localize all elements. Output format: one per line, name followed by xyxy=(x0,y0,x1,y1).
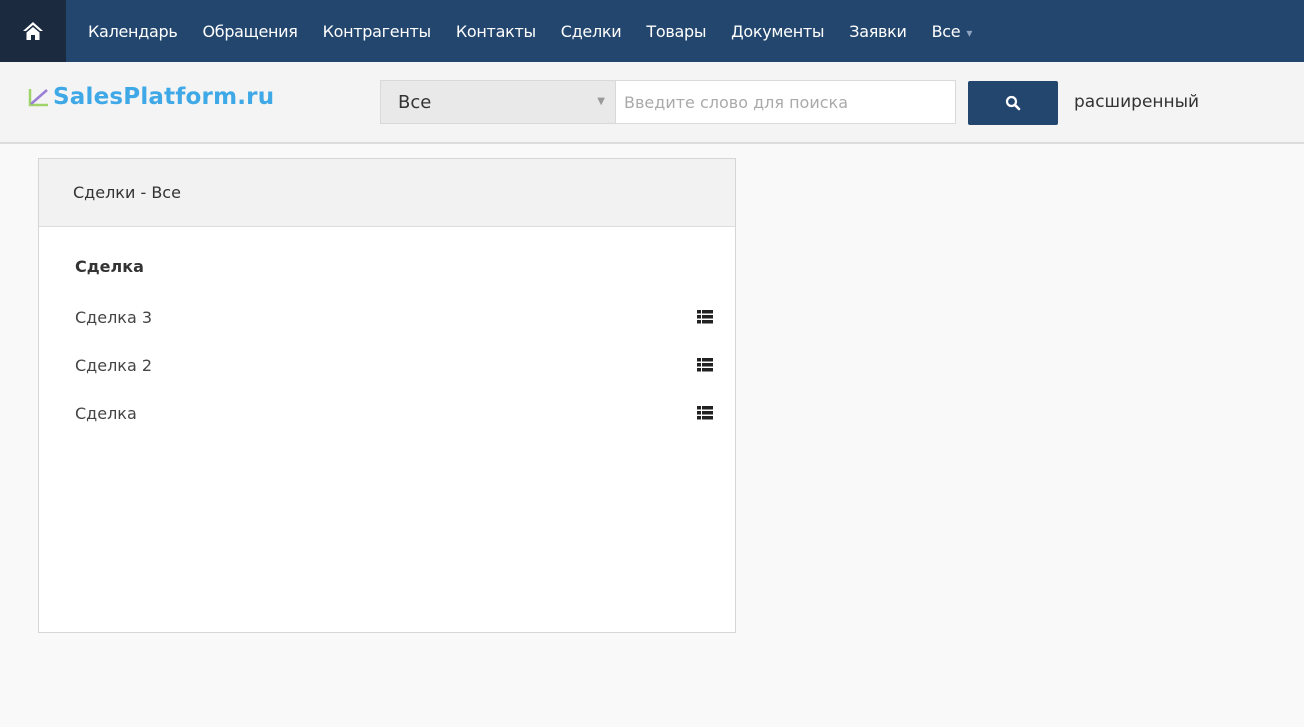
logo[interactable]: SalesPlatform.ru xyxy=(28,84,274,110)
list-item: Сделка xyxy=(75,401,713,425)
nav-item-calendar[interactable]: Календарь xyxy=(88,22,178,41)
logo-text: SalesPlatform.ru xyxy=(53,84,275,110)
widget-header: Сделки - Все xyxy=(39,159,735,227)
search-module-value: Все xyxy=(398,91,432,113)
chevron-down-icon: ▼ xyxy=(597,96,605,107)
search-icon xyxy=(1005,95,1021,111)
list-icon[interactable] xyxy=(697,406,713,420)
search-input[interactable] xyxy=(616,80,956,124)
list-item: Сделка 2 xyxy=(75,353,713,377)
search-module-select[interactable]: Все ▼ xyxy=(380,80,616,124)
advanced-search-link[interactable]: расширенный xyxy=(1074,92,1199,112)
nav-item-accounts[interactable]: Контрагенты xyxy=(323,22,432,41)
nav-menu: Календарь Обращения Контрагенты Контакты… xyxy=(66,0,997,62)
chevron-down-icon: ▾ xyxy=(966,25,973,40)
top-navigation-bar: Календарь Обращения Контрагенты Контакты… xyxy=(0,0,1304,62)
nav-item-contacts[interactable]: Контакты xyxy=(456,22,536,41)
nav-item-products[interactable]: Товары xyxy=(646,22,706,41)
chart-line-icon xyxy=(28,89,48,107)
list-icon[interactable] xyxy=(697,310,713,324)
list-icon[interactable] xyxy=(697,358,713,372)
nav-item-documents[interactable]: Документы xyxy=(731,22,824,41)
search-bar: SalesPlatform.ru Все ▼ расширенный xyxy=(0,62,1304,144)
search-button[interactable] xyxy=(968,81,1058,125)
nav-item-leads[interactable]: Заявки xyxy=(849,22,907,41)
nav-item-all-dropdown[interactable]: Все ▾ xyxy=(931,21,973,41)
home-icon xyxy=(23,22,43,40)
deal-link[interactable]: Сделка 3 xyxy=(75,308,152,327)
home-button[interactable] xyxy=(0,0,66,62)
nav-item-deals[interactable]: Сделки xyxy=(561,22,622,41)
deal-link[interactable]: Сделка 2 xyxy=(75,356,152,375)
widget-title: Сделки - Все xyxy=(73,183,181,202)
column-header: Сделка xyxy=(75,257,144,276)
nav-item-tickets[interactable]: Обращения xyxy=(202,22,297,41)
widget-body: Сделка Сделка 3 Сделка 2 Сделка xyxy=(39,227,735,425)
nav-item-all-label: Все xyxy=(931,21,961,41)
deals-widget: Сделки - Все Сделка Сделка 3 Сделка 2 Сд… xyxy=(38,158,736,633)
list-item: Сделка 3 xyxy=(75,305,713,329)
deal-link[interactable]: Сделка xyxy=(75,404,137,423)
